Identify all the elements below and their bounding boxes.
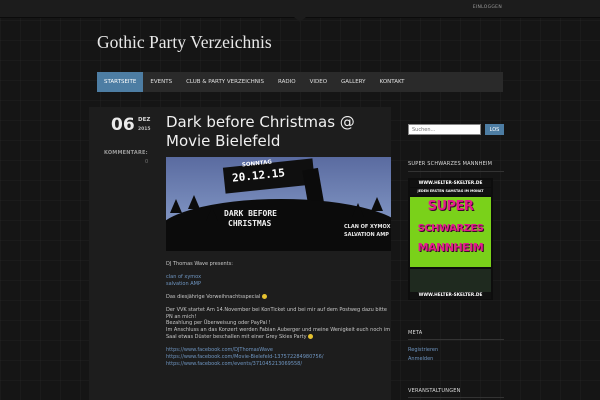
image-title-line2: CHRISTMAS — [228, 219, 272, 228]
smiley-icon — [261, 293, 267, 299]
poster-word-super: SUPER — [427, 199, 474, 214]
divider — [408, 171, 504, 172]
top-bar: EINLOGGEN — [0, 0, 600, 18]
image-act2: SALVATION AMP — [344, 232, 389, 238]
nav-startseite[interactable]: STARTSEITE — [97, 72, 144, 92]
search-input[interactable] — [408, 124, 481, 135]
image-title-line1: DARK BEFORE — [224, 209, 277, 218]
post-vvk-2: Bezahlung per Überweisung oder PayPal ! — [166, 320, 271, 327]
image-tree — [371, 197, 383, 211]
poster-logos — [410, 269, 491, 293]
poster-url-bottom: WWW.HELTER-SKELTER.DE — [410, 292, 491, 299]
image-tree — [352, 203, 364, 217]
facebook-link-3[interactable]: https://www.facebook.com/events/37104521… — [166, 361, 302, 367]
nav-kontakt[interactable]: KONTAKT — [373, 72, 412, 92]
poster-word-mannheim: MANNHEIM — [417, 241, 484, 254]
post-date-day: 06 — [111, 115, 135, 135]
facebook-link-2[interactable]: https://www.facebook.com/Movie-Bielefeld… — [166, 354, 324, 360]
nav-video[interactable]: VIDEO — [303, 72, 334, 92]
comments-count[interactable]: 0 — [145, 159, 148, 165]
image-act1: CLAN OF XYMOX — [344, 224, 391, 230]
post-image[interactable]: SONNTAG 20.12.15 DARK BEFORE CHRISTMAS C… — [166, 157, 391, 251]
divider — [408, 397, 504, 398]
post-presents: DJ Thomas Wave presents: — [166, 261, 233, 267]
divider — [408, 339, 504, 340]
login-link[interactable]: EINLOGGEN — [473, 5, 502, 10]
party-poster[interactable]: WWW.HELTER-SKELTER.DE JEDEN ERSTEN SAMST… — [408, 178, 493, 300]
widget-title-super-schwarzes: SUPER SCHWARZES MANNHEIM — [408, 161, 493, 167]
comments-label: KOMMENTARE: — [104, 150, 148, 156]
widget-title-meta: META — [408, 330, 423, 336]
nav-gallery[interactable]: GALLERY — [334, 72, 372, 92]
top-bar-notch — [294, 17, 306, 22]
main-navigation: STARTSEITE EVENTS CLUB & PARTY VERZEICHN… — [97, 72, 503, 92]
site-title[interactable]: Gothic Party Verzeichnis — [97, 32, 272, 53]
image-tree — [206, 207, 218, 221]
post-vvk-1: Der VVK startet Am 14.November bei KonTi… — [166, 306, 387, 320]
smiley-icon — [308, 334, 314, 340]
post-vvk-3: Im Anschluss an das Konzert werden Fabia… — [166, 327, 391, 341]
post-title[interactable]: Dark before Christmas @ Movie Bielefeld — [166, 113, 391, 151]
facebook-link-1[interactable]: https://www.facebook.com/DJThomasWave — [166, 347, 273, 353]
poster-url-top: WWW.HELTER-SKELTER.DE — [410, 180, 491, 187]
image-tree — [188, 195, 200, 209]
post-date-month: DEZ — [138, 117, 151, 123]
image-tree — [170, 199, 182, 213]
act-link-1[interactable]: clan of xymox — [166, 274, 201, 280]
post-date-year: 2015 — [138, 127, 151, 132]
meta-link-anmelden[interactable]: Anmelden — [408, 356, 433, 362]
act-link-2[interactable]: salvation AMP — [166, 281, 201, 287]
nav-club-party-verzeichnis[interactable]: CLUB & PARTY VERZEICHNIS — [179, 72, 271, 92]
post-special: Das diesjährige Vorweihnachtsspecial — [166, 293, 261, 300]
nav-radio[interactable]: RADIO — [271, 72, 303, 92]
poster-word-schwarzes: SCHWARZES — [417, 223, 484, 234]
poster-subtitle: JEDEN ERSTEN SAMSTAG IM MONAT — [410, 188, 491, 195]
nav-events[interactable]: EVENTS — [143, 72, 179, 92]
meta-link-registrieren[interactable]: Registrieren — [408, 347, 438, 353]
widget-title-veranstaltungen: VERANSTALTUNGEN — [408, 388, 461, 394]
search-button[interactable]: LOS — [485, 124, 504, 135]
post-body: DJ Thomas Wave presents: clan of xymox s… — [166, 261, 392, 374]
